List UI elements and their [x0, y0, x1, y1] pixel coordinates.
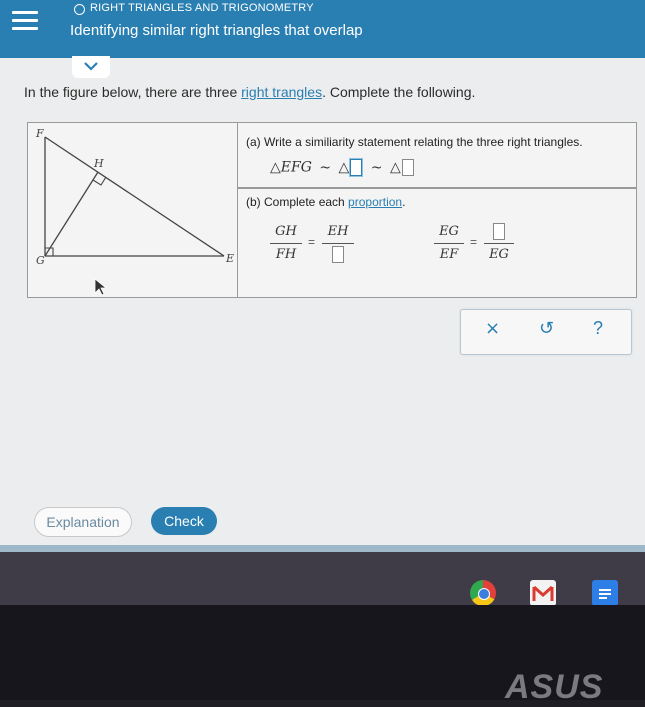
- triangle-symbol-2: △: [338, 159, 350, 176]
- triangle-symbol-3: △: [389, 159, 401, 176]
- top-bar: RIGHT TRIANGLES AND TRIGONOMETRY Identif…: [0, 0, 645, 58]
- equals-sign-2: =: [470, 235, 478, 249]
- collapse-toggle[interactable]: [72, 56, 110, 78]
- denominator-ef: EF: [439, 247, 459, 262]
- similar-symbol-2: ~: [370, 159, 383, 176]
- fraction-eh-blank: EH: [322, 223, 354, 264]
- numerator-eg: EG: [439, 224, 459, 239]
- proportion2-numerator-box[interactable]: [493, 223, 505, 240]
- prompt-text-end: . Complete the following.: [322, 84, 476, 100]
- answer-tools: × ↺ ?: [460, 309, 632, 355]
- app-screen: RIGHT TRIANGLES AND TRIGONOMETRY Identif…: [0, 0, 645, 545]
- prompt-text: In the figure below, there are three: [24, 84, 242, 100]
- equals-sign: =: [308, 235, 316, 249]
- explanation-button[interactable]: Explanation: [34, 507, 132, 537]
- label-f: F: [35, 127, 44, 140]
- divider: [238, 187, 636, 189]
- help-button[interactable]: ?: [593, 318, 603, 339]
- triangle-figure: F H G E: [27, 122, 239, 298]
- altitude-gh: [44, 171, 99, 257]
- menu-icon[interactable]: [12, 8, 38, 34]
- part-b-label: (b) Complete each proportion.: [246, 195, 405, 209]
- right-triangles-link[interactable]: right trangles: [241, 84, 322, 100]
- page-title: Identifying similar right triangles that…: [70, 22, 363, 39]
- proportion1-denominator-box[interactable]: [332, 246, 344, 263]
- numerator-gh: GH: [275, 224, 297, 239]
- docs-icon[interactable]: [592, 580, 618, 606]
- right-angle-h: [92, 176, 107, 186]
- topic-circle-icon: [74, 4, 85, 15]
- numerator-eh: EH: [327, 224, 349, 239]
- mouse-cursor-icon: [94, 278, 108, 296]
- first-triangle: EFG: [280, 159, 312, 176]
- side-fe: [44, 136, 225, 257]
- label-h: H: [93, 157, 104, 170]
- label-g: G: [36, 254, 45, 267]
- clear-button[interactable]: ×: [485, 318, 500, 339]
- label-e: E: [225, 252, 234, 265]
- chevron-down-icon: [84, 62, 98, 71]
- triangle-answer-box-2[interactable]: [401, 159, 414, 176]
- gmail-icon[interactable]: [530, 580, 556, 606]
- topic-label: RIGHT TRIANGLES AND TRIGONOMETRY: [90, 2, 314, 14]
- check-button[interactable]: Check: [151, 507, 217, 535]
- denominator-eg: EG: [489, 247, 509, 262]
- triangle-symbol: △: [270, 159, 281, 176]
- chrome-icon[interactable]: [470, 580, 496, 606]
- answer-panel: (a) Write a similiarity statement relati…: [237, 122, 637, 298]
- similarity-statement: △EFG ~ △ ~ △: [270, 159, 415, 176]
- fraction-gh-fh: GH FH: [270, 223, 302, 264]
- part-b-period: .: [402, 195, 406, 209]
- screen-edge-glare: [0, 545, 645, 552]
- similar-symbol: ~: [319, 159, 332, 176]
- question-prompt: In the figure below, there are three rig…: [24, 84, 475, 100]
- part-b-text: (b) Complete each: [246, 195, 349, 209]
- fraction-eg-ef: EG EF: [434, 223, 464, 264]
- undo-button[interactable]: ↺: [539, 318, 554, 339]
- brand-logo: ASUS: [505, 668, 604, 706]
- part-a-label: (a) Write a similiarity statement relati…: [246, 135, 583, 149]
- proportion-link[interactable]: proportion: [348, 195, 402, 209]
- fraction-blank-eg: EG: [484, 223, 514, 264]
- triangle-answer-box-1[interactable]: [350, 159, 363, 176]
- denominator-fh: FH: [275, 247, 297, 262]
